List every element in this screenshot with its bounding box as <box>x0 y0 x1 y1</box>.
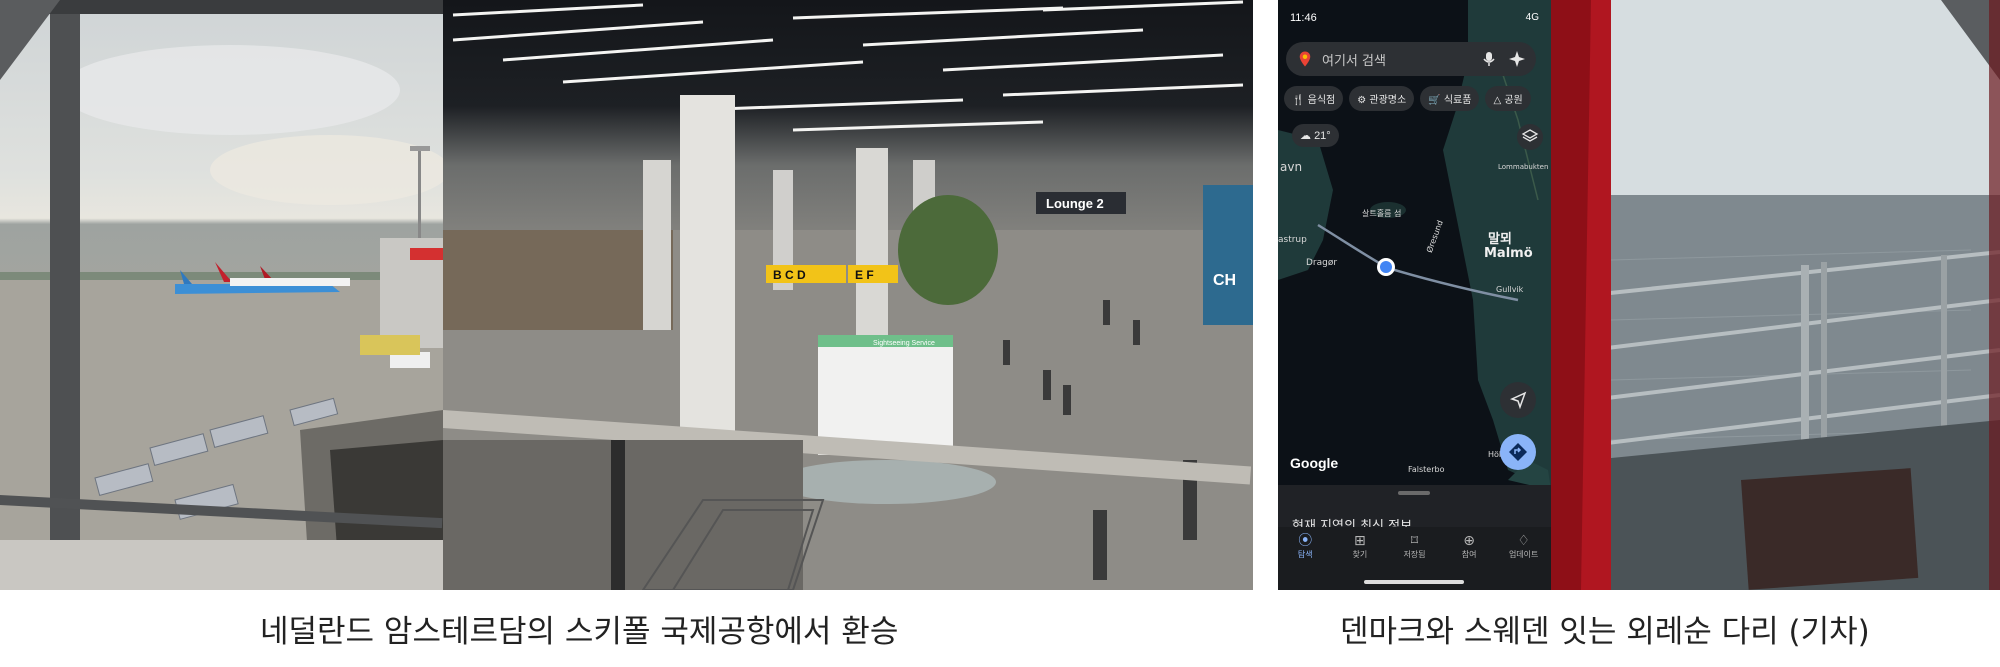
terminal-hall-scene: Lounge 2 B C D E F CH Sightseeing Servic… <box>443 0 1253 590</box>
train-window-scene <box>1551 0 2000 590</box>
gate-sign-2: E F <box>855 268 874 282</box>
my-location-button[interactable] <box>1500 382 1536 418</box>
weather-badge[interactable]: ☁ 21° <box>1292 124 1339 147</box>
phone-map-screenshot: 11:46 4G 여기서 검색 🍴 음식점 ⚙ 관광명소 🛒 식료품 △ 공원 … <box>1278 0 1551 590</box>
maps-pin-icon <box>1299 51 1311 67</box>
chip-groceries[interactable]: 🛒 식료품 <box>1420 86 1480 111</box>
map-label-lommabukten: Lommabukten <box>1498 163 1549 171</box>
map-search-bar[interactable]: 여기서 검색 <box>1286 42 1536 76</box>
map-label-malmo: Malmö <box>1484 246 1533 261</box>
lounge-sign: Lounge 2 <box>1046 196 1104 211</box>
sheet-handle[interactable] <box>1398 491 1430 495</box>
caption-left: 네덜란드 암스테르담의 스키폴 국제공항에서 환승 <box>260 614 899 650</box>
bus-icon: ⊞ <box>1354 533 1366 549</box>
map-label-falsterbo: Falsterbo <box>1408 465 1445 474</box>
map-label-malmo-kr: 말뫼 <box>1488 232 1512 247</box>
map-label-kastrup: astrup <box>1278 235 1307 245</box>
home-indicator <box>1364 580 1464 584</box>
sparkle-icon[interactable] <box>1508 50 1526 68</box>
plus-circle-icon: ⊕ <box>1463 533 1475 549</box>
chip-parks[interactable]: △ 공원 <box>1485 86 1531 111</box>
caption-right: 덴마크와 스웨덴 잇는 외레순 다리 (기차) <box>1340 614 1870 650</box>
microphone-icon[interactable] <box>1482 51 1496 67</box>
directions-icon <box>1509 443 1527 461</box>
google-logo: Google <box>1290 455 1339 471</box>
terminal-hall-photo: Lounge 2 B C D E F CH Sightseeing Servic… <box>443 0 1253 590</box>
map-label-saltholm: 살트홀름 섬 <box>1362 209 1402 218</box>
category-chips: 🍴 음식점 ⚙ 관광명소 🛒 식료품 △ 공원 <box>1284 86 1531 111</box>
navigation-arrow-icon <box>1509 391 1527 410</box>
layers-button[interactable] <box>1517 124 1543 150</box>
map-label-dragor: Dragør <box>1306 258 1338 268</box>
layers-icon <box>1521 129 1539 142</box>
chip-restaurants[interactable]: 🍴 음식점 <box>1284 86 1344 111</box>
directions-button[interactable] <box>1500 434 1536 470</box>
shop-sign: Sightseeing Service <box>873 340 935 347</box>
status-time: 11:46 <box>1290 12 1317 24</box>
chip-attractions[interactable]: ⚙ 관광명소 <box>1349 86 1415 111</box>
tab-updates[interactable]: ♢ 업데이트 <box>1499 527 1549 590</box>
map-label-gullvik: Gullvik <box>1496 285 1524 294</box>
map-label-havn: avn <box>1280 160 1303 174</box>
airport-window-scene <box>0 0 443 590</box>
train-window-sea-photo <box>1551 0 2000 590</box>
airport-window-photo <box>0 0 443 590</box>
bookmark-icon: ⌑ <box>1410 533 1419 549</box>
pin-icon: ⦿ <box>1298 533 1313 549</box>
status-signal: 4G <box>1525 12 1539 23</box>
ad-text: CH <box>1213 272 1236 289</box>
bell-icon: ♢ <box>1517 533 1530 549</box>
tab-explore[interactable]: ⦿ 탐색 <box>1280 527 1330 590</box>
gate-sign: B C D <box>773 268 806 282</box>
search-placeholder: 여기서 검색 <box>1322 53 1386 69</box>
